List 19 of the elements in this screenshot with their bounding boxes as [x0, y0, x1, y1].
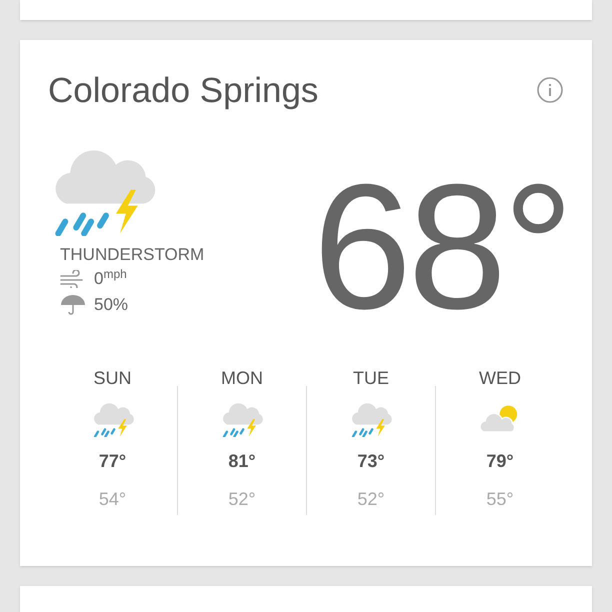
day-label: MON	[221, 367, 263, 390]
day-label: SUN	[93, 367, 132, 390]
city-name: Colorado Springs	[48, 70, 318, 112]
high-temperature: 79°	[486, 450, 514, 474]
low-temperature: 55°	[486, 488, 514, 512]
current-temperature: 68°	[312, 172, 570, 342]
high-temperature: 77°	[98, 450, 126, 474]
day-label: TUE	[353, 367, 389, 390]
high-temperature: 81°	[228, 450, 256, 474]
low-temperature: 52°	[357, 488, 385, 512]
precipitation-chance: 50%	[94, 294, 128, 316]
low-temperature: 54°	[98, 488, 126, 512]
condition-text: THUNDERSTORM	[60, 244, 206, 266]
wind-speed: 0$^{mph}$	[94, 268, 127, 290]
umbrella-icon	[60, 294, 86, 316]
low-temperature: 52°	[228, 488, 256, 512]
day-label: WED	[479, 367, 521, 390]
info-icon[interactable]	[536, 76, 564, 104]
high-temperature: 73°	[357, 450, 385, 474]
